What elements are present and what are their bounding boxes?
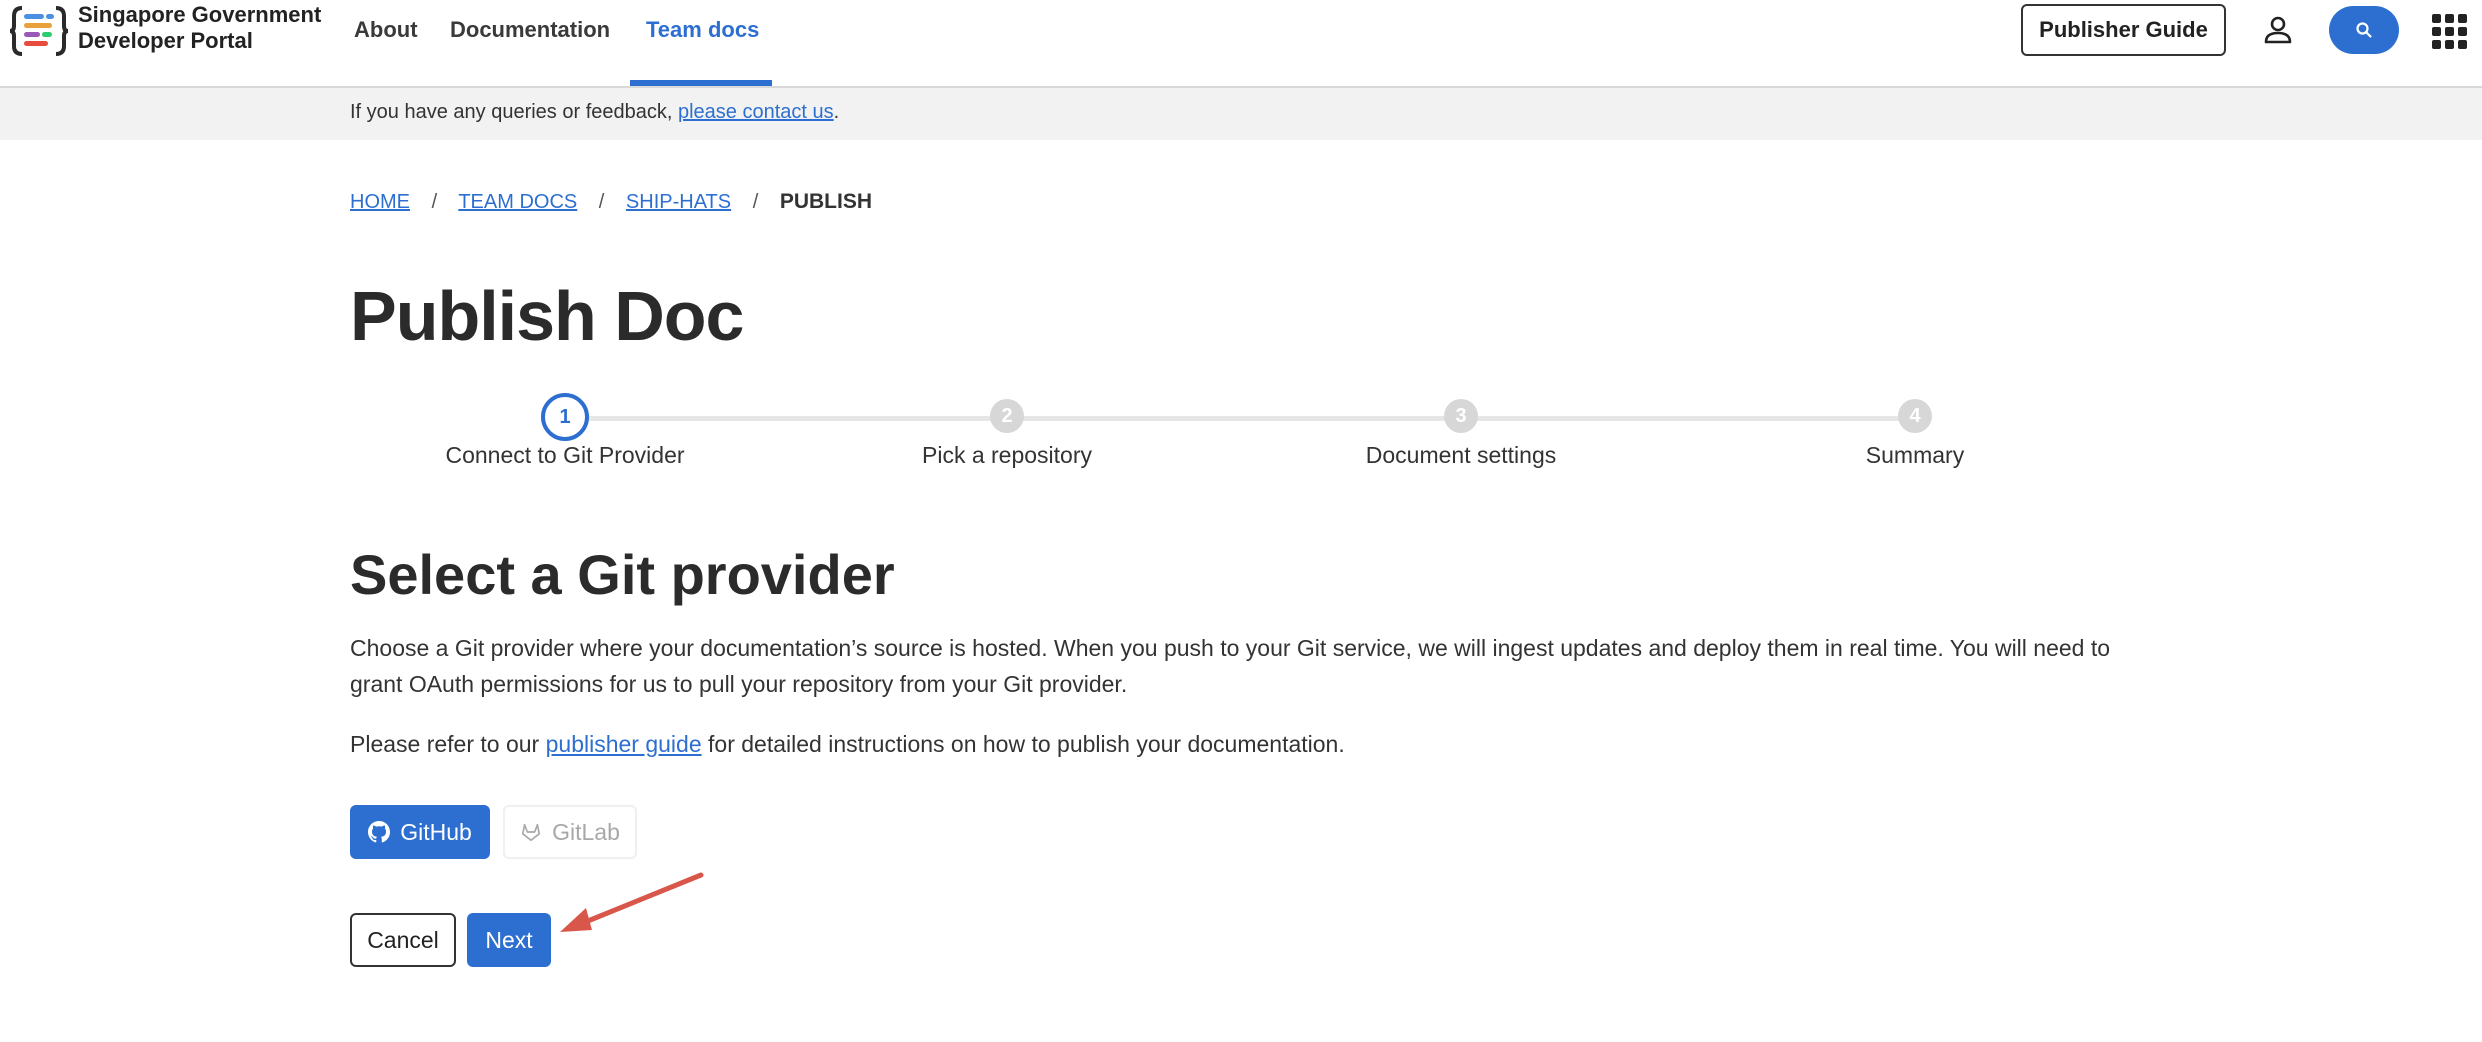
- gitlab-label: GitLab: [552, 818, 620, 845]
- note-suffix: for detailed instructions on how to publ…: [701, 731, 1345, 757]
- breadcrumb: HOME / TEAM DOCS / SHIP-HATS / PUBLISH: [350, 190, 872, 214]
- step-3-indicator: 3: [1444, 399, 1478, 433]
- active-nav-indicator: [630, 80, 772, 86]
- brand-name[interactable]: Singapore Government Developer Portal: [78, 2, 321, 54]
- brand-line-1: Singapore Government: [78, 2, 322, 27]
- stepper-track: [565, 416, 1915, 421]
- breadcrumb-separator: /: [431, 191, 438, 213]
- breadcrumb-separator: /: [752, 191, 759, 213]
- publisher-guide-button[interactable]: Publisher Guide: [2021, 4, 2226, 56]
- step-4-indicator: 4: [1898, 399, 1932, 433]
- feedback-prefix: If you have any queries or feedback,: [350, 101, 678, 123]
- gitlab-icon: [522, 823, 541, 842]
- provider-description: Choose a Git provider where your documen…: [350, 635, 2111, 697]
- breadcrumb-separator: /: [598, 191, 605, 213]
- github-button[interactable]: GitHub: [350, 805, 490, 859]
- apps-grid-icon[interactable]: [2432, 14, 2468, 50]
- annotation-arrow-icon: [560, 872, 704, 932]
- search-icon: [2356, 22, 2372, 38]
- step-2-label: Pick a repository: [921, 442, 1093, 468]
- step-2-indicator: 2: [990, 399, 1024, 433]
- breadcrumb-team-docs[interactable]: TEAM DOCS: [458, 191, 577, 213]
- step-1-indicator: 1: [541, 393, 589, 441]
- next-button[interactable]: Next: [467, 913, 551, 967]
- page-title: Publish Doc: [350, 277, 744, 355]
- user-account-icon[interactable]: [2262, 14, 2294, 46]
- github-icon: [368, 821, 391, 843]
- top-navigation: Singapore Government Developer Portal Ab…: [0, 0, 2482, 88]
- feedback-text: If you have any queries or feedback, ple…: [350, 101, 839, 124]
- breadcrumb-current: PUBLISH: [779, 190, 872, 213]
- gitlab-button[interactable]: GitLab: [503, 805, 637, 859]
- cancel-button[interactable]: Cancel: [350, 913, 456, 967]
- feedback-banner: If you have any queries or feedback, ple…: [0, 88, 2482, 140]
- step-3-label: Document settings: [1365, 442, 1557, 468]
- section-title: Select a Git provider: [350, 543, 895, 606]
- nav-documentation[interactable]: Documentation: [450, 17, 610, 43]
- portal-logo-icon[interactable]: [8, 2, 70, 60]
- search-button[interactable]: [2329, 6, 2399, 54]
- contact-us-link[interactable]: please contact us: [678, 101, 834, 123]
- publisher-guide-note: Please refer to our publisher guide for …: [350, 726, 2150, 762]
- note-prefix: Please refer to our: [350, 731, 546, 757]
- nav-team-docs[interactable]: Team docs: [646, 17, 759, 43]
- github-label: GitHub: [400, 818, 472, 845]
- nav-about[interactable]: About: [354, 17, 418, 43]
- publisher-guide-link[interactable]: publisher guide: [546, 731, 702, 757]
- step-1-label: Connect to Git Provider: [445, 442, 685, 468]
- breadcrumb-ship-hats[interactable]: SHIP-HATS: [626, 191, 731, 213]
- step-4-label: Summary: [1865, 442, 1965, 468]
- feedback-end: .: [833, 101, 840, 123]
- brand-line-2: Developer Portal: [78, 28, 253, 53]
- breadcrumb-home[interactable]: HOME: [350, 191, 410, 213]
